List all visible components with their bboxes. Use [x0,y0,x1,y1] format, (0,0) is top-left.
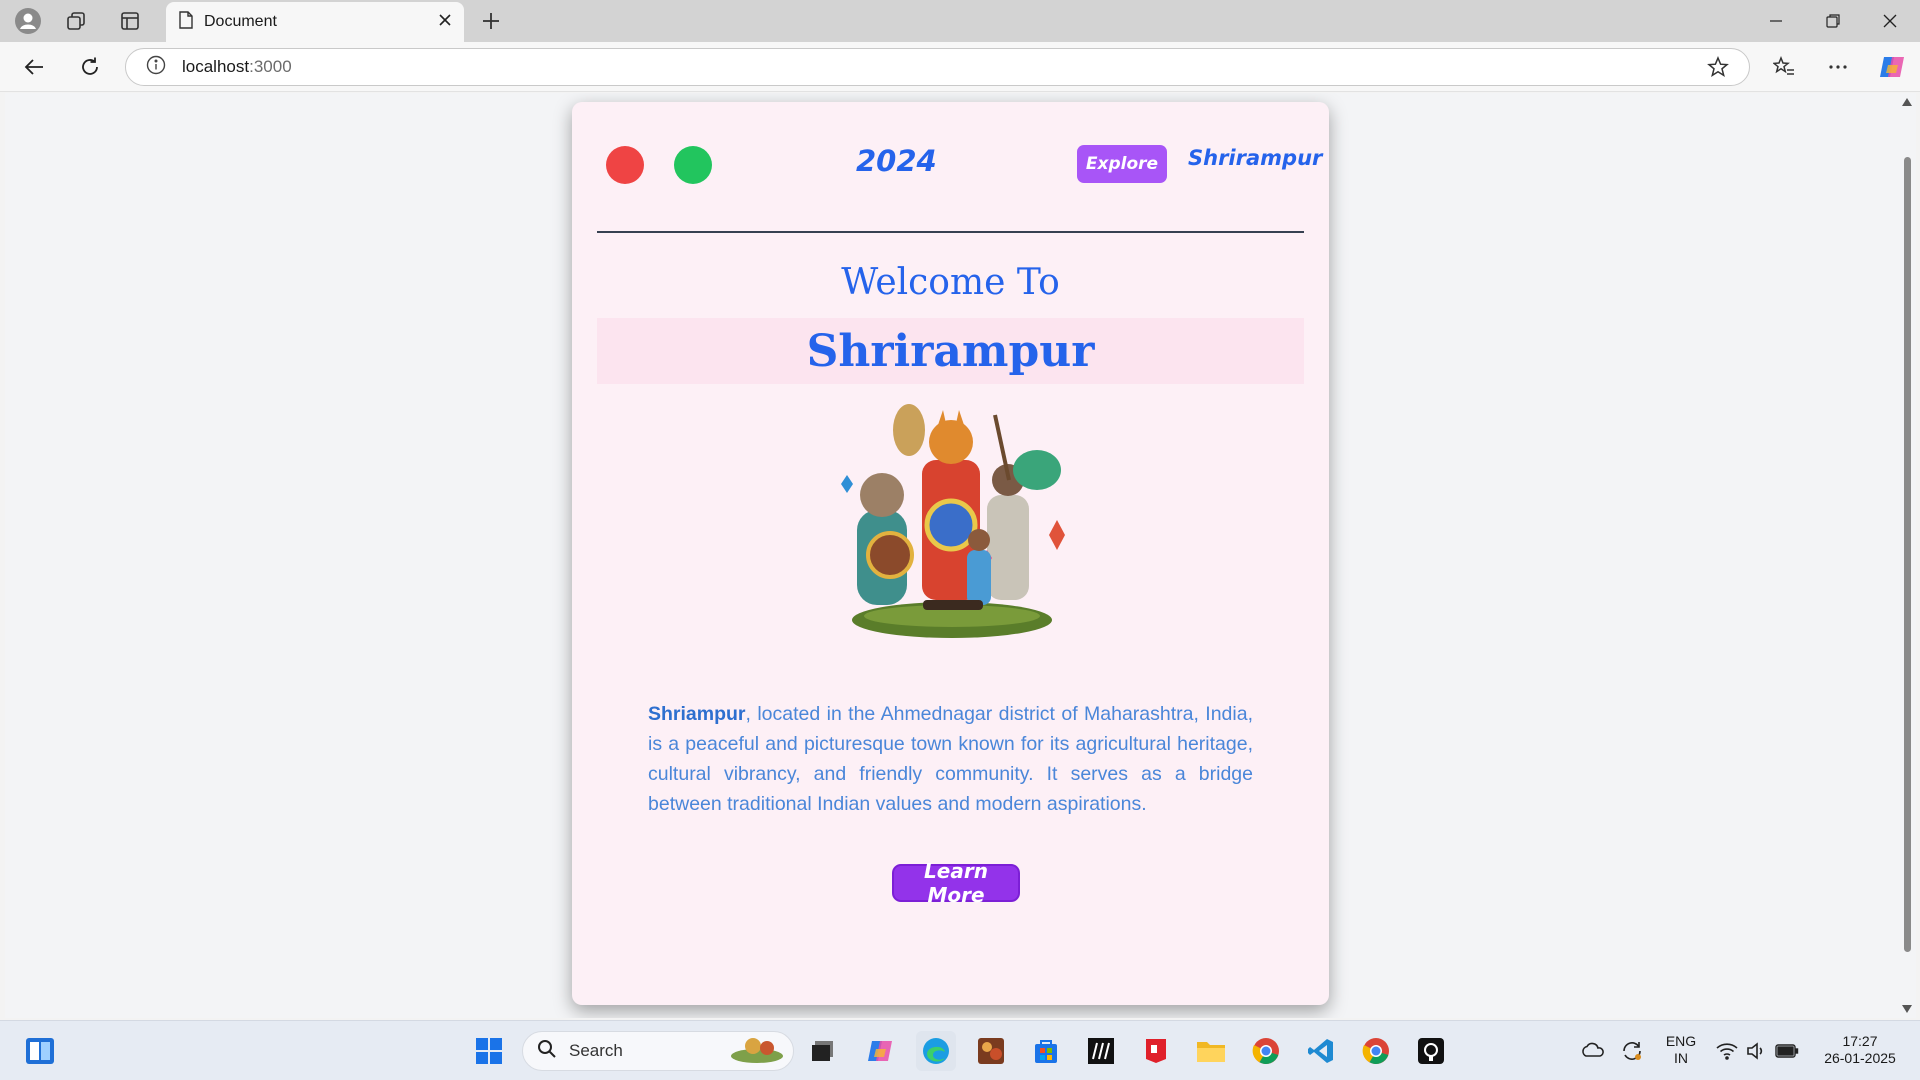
browser-toolbar: localhost:3000 [0,42,1920,92]
vertical-tabs-icon[interactable] [112,4,148,38]
favorites-icon[interactable] [1766,49,1802,85]
region-label: IN [1674,1050,1688,1066]
description-paragraph: Shriampur, located in the Ahmednagar dis… [648,699,1253,819]
scroll-down-icon[interactable] [1902,1005,1912,1013]
clock-time: 17:27 [1842,1033,1878,1049]
year-label: 2024 [856,144,937,178]
chrome-icon[interactable] [1246,1031,1286,1071]
language-label: ENG [1665,1033,1697,1049]
page-title: Shrirampur [806,325,1095,377]
scroll-up-icon[interactable] [1902,98,1912,106]
scroll-thumb[interactable] [1904,157,1911,952]
address-bar[interactable]: localhost:3000 [125,48,1750,86]
scrollbar[interactable] [1898,93,1916,1018]
new-tab-icon[interactable] [473,4,509,38]
language-indicator[interactable]: ENG IN [1658,1033,1704,1067]
url-text: localhost:3000 [182,57,292,77]
sync-icon[interactable] [1612,1031,1652,1071]
document-icon [178,10,194,34]
vscode-icon[interactable] [1301,1031,1341,1071]
github-icon[interactable] [1411,1031,1451,1071]
search-highlight-icon [729,1034,785,1069]
photos-app-icon[interactable] [971,1031,1011,1071]
copilot-icon[interactable] [1874,49,1910,85]
green-dot-icon [674,146,712,184]
description-bold: Shriampur [648,703,746,725]
workspaces-icon[interactable] [58,4,94,38]
copilot-taskbar-icon[interactable] [860,1031,900,1071]
taskbar-search[interactable]: Search [522,1031,794,1071]
title-band: Shrirampur [597,318,1304,384]
profile-icon[interactable] [10,4,46,38]
explore-button[interactable]: Explore [1077,145,1167,183]
site-info-icon[interactable] [146,55,166,80]
more-options-icon[interactable] [1820,49,1856,85]
minimize-icon[interactable] [1748,0,1804,42]
content-card: 2024 Explore Shrirampur Welcome To Shrir… [572,102,1329,1005]
task-view-icon[interactable] [803,1031,843,1071]
favorite-star-icon[interactable] [1700,49,1736,85]
chrome-profile-icon[interactable] [1356,1031,1396,1071]
festival-illustration [841,404,1065,638]
browser-tab-strip: Document [0,0,1920,42]
volume-icon[interactable] [1742,1031,1772,1071]
clock[interactable]: 17:27 26-01-2025 [1810,1033,1910,1067]
close-window-icon[interactable] [1862,0,1918,42]
restore-icon[interactable] [1805,0,1861,42]
learn-more-button[interactable]: Learn More [892,859,1020,907]
brand-link[interactable]: Shrirampur [1188,146,1322,170]
wifi-icon[interactable] [1712,1031,1742,1071]
red-dot-icon [606,146,644,184]
welcome-heading: Welcome To [841,262,1060,303]
search-icon [537,1039,557,1064]
battery-icon[interactable] [1772,1031,1802,1071]
header-divider [597,231,1304,233]
back-icon[interactable] [16,49,52,85]
clock-date: 26-01-2025 [1824,1050,1896,1066]
red-app-icon[interactable] [1136,1031,1176,1071]
tab-title: Document [204,13,277,30]
edge-icon[interactable] [916,1031,956,1071]
mirage-app-icon[interactable] [1081,1031,1121,1071]
search-label: Search [569,1041,623,1060]
file-explorer-icon[interactable] [1191,1031,1231,1071]
page-viewport: 2024 Explore Shrirampur Welcome To Shrir… [5,93,1898,1018]
url-host: localhost [182,57,250,76]
onedrive-sync-icon[interactable] [1573,1031,1613,1071]
widgets-icon[interactable] [20,1031,60,1071]
close-tab-icon[interactable] [438,13,452,32]
tab-document[interactable]: Document [166,2,464,42]
url-port: :3000 [249,57,292,76]
refresh-icon[interactable] [72,49,108,85]
taskbar: Search ENG IN 17:27 26-01-2025 [0,1020,1920,1080]
store-icon[interactable] [1026,1031,1066,1071]
start-icon[interactable] [469,1031,509,1071]
